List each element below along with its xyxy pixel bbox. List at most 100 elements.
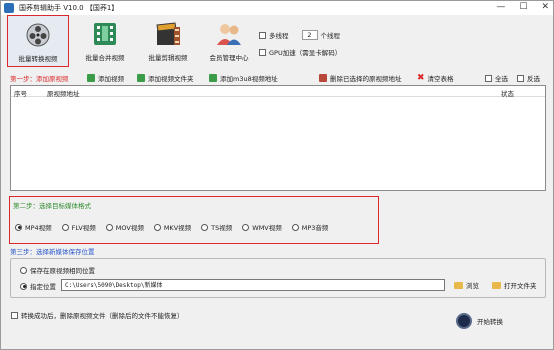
thread-count-input[interactable]: 2 bbox=[301, 30, 318, 40]
select-all-label: 全选 bbox=[495, 75, 508, 83]
radio-icon bbox=[61, 223, 69, 231]
format-mp3-radio[interactable]: MP3音频 bbox=[291, 222, 329, 232]
tool-label: 批量合并视频 bbox=[85, 54, 125, 62]
add-video-icon bbox=[87, 74, 95, 82]
invert-button[interactable]: 反选 bbox=[517, 73, 540, 83]
tool-label: 批量剪辑视频 bbox=[148, 54, 188, 62]
multithread-label: 多线程 bbox=[269, 32, 289, 40]
step2-title: 第二步：选择目标媒体格式 bbox=[13, 202, 91, 210]
app-window: 国荞剪辑助手 V10.0 【国荞1】 — ☐ ✕ 批量转换视频 批量合并视频 批… bbox=[0, 0, 554, 350]
multithread-option[interactable]: 多线程 2 个线程 bbox=[259, 30, 340, 40]
format-group: 第二步：选择目标媒体格式 MP4视频 FLV视频 MOV视频 MKV视频 TS视… bbox=[9, 196, 379, 244]
minimize-icon[interactable]: — bbox=[496, 2, 505, 12]
invert-label: 反选 bbox=[527, 75, 540, 83]
save-location-group: 保存在原视频相同位置 指定位置 C:\Users\5090\Desktop\新媒… bbox=[10, 258, 546, 298]
tool-label: 批量转换视频 bbox=[18, 55, 58, 63]
column-status[interactable]: 状态 bbox=[501, 88, 514, 98]
save-path-input[interactable]: C:\Users\5090\Desktop\新媒体 bbox=[61, 279, 445, 291]
radio-selected-icon bbox=[15, 223, 22, 231]
maximize-icon[interactable]: ☐ bbox=[519, 2, 527, 12]
open-folder-label: 打开文件夹 bbox=[504, 282, 537, 290]
add-m3u8-label: 添加m3u8视频地址 bbox=[220, 75, 278, 83]
window-title: 国荞剪辑助手 V10.0 【国荞1】 bbox=[19, 4, 119, 12]
format-label: FLV视频 bbox=[71, 224, 96, 232]
film-reel-icon bbox=[26, 23, 50, 47]
table-header: 序号 原视频地址 状态 bbox=[11, 86, 545, 98]
start-label: 开始转换 bbox=[477, 318, 503, 326]
format-label: TS视频 bbox=[211, 224, 233, 232]
format-mp4-radio[interactable]: MP4视频 bbox=[15, 222, 52, 232]
clear-icon: ✖ bbox=[417, 73, 425, 83]
film-merge-icon bbox=[94, 23, 116, 45]
users-icon bbox=[217, 24, 241, 45]
clapperboard-icon bbox=[156, 22, 180, 45]
step1-bar: 第一步：添加原视频 添加视频 添加视频文件夹 添加m3u8视频地址 删除已选择的… bbox=[1, 71, 553, 85]
add-m3u8-icon bbox=[209, 74, 217, 82]
add-folder-icon bbox=[137, 74, 145, 82]
select-all-button[interactable]: 全选 bbox=[485, 73, 508, 83]
add-video-button[interactable]: 添加视频 bbox=[87, 73, 124, 83]
column-source-path[interactable]: 原视频地址 bbox=[47, 88, 80, 98]
close-icon[interactable]: ✕ bbox=[541, 2, 549, 12]
format-mov-radio[interactable]: MOV视频 bbox=[105, 222, 144, 232]
invert-checkbox[interactable] bbox=[517, 74, 524, 82]
power-icon bbox=[456, 313, 472, 329]
format-label: MOV视频 bbox=[115, 224, 144, 232]
same-location-label: 保存在原视频相同位置 bbox=[30, 267, 95, 275]
radio-icon bbox=[105, 223, 113, 231]
add-folder-label: 添加视频文件夹 bbox=[148, 75, 194, 83]
batch-convert-button[interactable]: 批量转换视频 bbox=[7, 15, 69, 67]
delete-selected-button[interactable]: 删除已选择的原视频地址 bbox=[319, 73, 402, 83]
thread-unit-label: 个线程 bbox=[320, 32, 341, 40]
add-m3u8-button[interactable]: 添加m3u8视频地址 bbox=[209, 73, 278, 83]
add-video-label: 添加视频 bbox=[98, 75, 124, 83]
radio-icon bbox=[20, 266, 27, 274]
format-label: MP4视频 bbox=[25, 224, 52, 232]
delete-after-checkbox[interactable] bbox=[11, 311, 18, 319]
delete-after-label: 转换成功后，删除原视频文件（删除后的文件不能恢复） bbox=[21, 312, 184, 320]
clear-table-button[interactable]: ✖ 清空表格 bbox=[417, 73, 454, 83]
format-flv-radio[interactable]: FLV视频 bbox=[61, 222, 96, 232]
app-logo-icon bbox=[4, 3, 14, 13]
radio-icon bbox=[201, 223, 209, 231]
delete-icon bbox=[319, 74, 327, 82]
tool-label: 会员管理中心 bbox=[209, 54, 249, 62]
delete-after-option[interactable]: 转换成功后，删除原视频文件（删除后的文件不能恢复） bbox=[11, 310, 184, 320]
format-mkv-radio[interactable]: MKV视频 bbox=[153, 222, 192, 232]
step1-title: 第一步：添加原视频 bbox=[10, 75, 69, 83]
format-wmv-radio[interactable]: WMV视频 bbox=[242, 222, 282, 232]
batch-edit-button[interactable]: 批量剪辑视频 bbox=[137, 15, 199, 67]
gpu-label: GPU加速（需显卡解码） bbox=[269, 49, 342, 57]
add-folder-button[interactable]: 添加视频文件夹 bbox=[137, 73, 194, 83]
custom-location-label: 指定位置 bbox=[30, 283, 56, 291]
start-convert-button[interactable]: 开始转换 bbox=[456, 313, 503, 329]
gpu-option[interactable]: GPU加速（需显卡解码） bbox=[259, 47, 341, 57]
format-label: MKV视频 bbox=[163, 224, 192, 232]
select-all-checkbox[interactable] bbox=[485, 74, 492, 82]
same-location-radio[interactable]: 保存在原视频相同位置 bbox=[20, 265, 95, 275]
custom-location-radio[interactable]: 指定位置 bbox=[20, 281, 56, 291]
main-toolbar: 批量转换视频 批量合并视频 批量剪辑视频 会员管理中心 多线程 2 个线程 GP… bbox=[1, 15, 553, 69]
member-center-button[interactable]: 会员管理中心 bbox=[198, 15, 260, 67]
browse-label: 浏览 bbox=[466, 282, 479, 290]
step3-title: 第三步：选择新媒体保存位置 bbox=[10, 248, 95, 256]
browse-button[interactable]: 浏览 bbox=[454, 280, 479, 290]
clear-table-label: 清空表格 bbox=[427, 75, 454, 83]
open-folder-button[interactable]: 打开文件夹 bbox=[492, 280, 537, 290]
radio-selected-icon bbox=[20, 282, 27, 290]
format-label: WMV视频 bbox=[252, 224, 282, 232]
format-label: MP3音频 bbox=[301, 224, 329, 232]
delete-selected-label: 删除已选择的原视频地址 bbox=[330, 75, 402, 83]
column-index[interactable]: 序号 bbox=[14, 88, 27, 98]
folder-icon bbox=[454, 281, 463, 289]
folder-open-icon bbox=[492, 281, 501, 289]
batch-merge-button[interactable]: 批量合并视频 bbox=[74, 15, 136, 67]
format-ts-radio[interactable]: TS视频 bbox=[201, 222, 232, 232]
video-table[interactable]: 序号 原视频地址 状态 bbox=[10, 85, 546, 191]
gpu-checkbox[interactable] bbox=[259, 48, 266, 56]
format-radio-group: MP4视频 FLV视频 MOV视频 MKV视频 TS视频 WMV视频 MP3音频 bbox=[15, 222, 338, 232]
radio-icon bbox=[291, 223, 299, 231]
radio-icon bbox=[242, 223, 250, 231]
multithread-checkbox[interactable] bbox=[259, 31, 266, 39]
title-bar: 国荞剪辑助手 V10.0 【国荞1】 — ☐ ✕ bbox=[1, 1, 553, 15]
